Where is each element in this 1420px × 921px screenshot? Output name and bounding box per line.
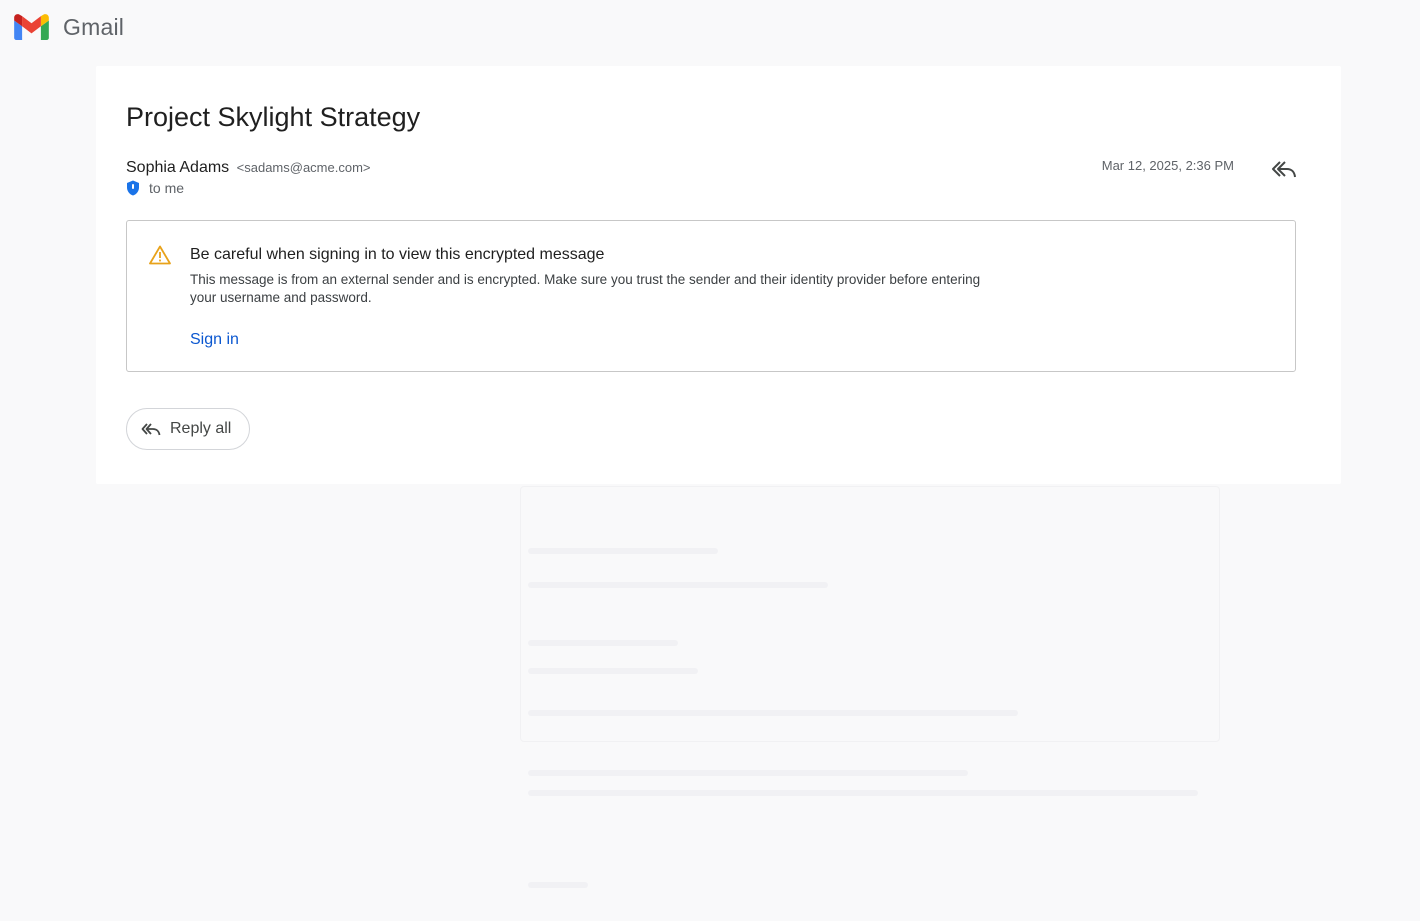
ghost-background-panel [520,486,1220,742]
sender-email: <sadams@acme.com> [236,160,371,175]
message-subject: Project Skylight Strategy [126,102,421,132]
message-card: Project Skylight Strategy Sophia Adams <… [96,66,1341,484]
recipient-line: to me [126,180,184,196]
reply-all-icon [1272,161,1296,178]
message-date: Mar 12, 2025, 2:36 PM [1101,158,1234,173]
ghost-line [528,710,1018,716]
app-name: Gmail [63,13,125,40]
ghost-line [528,882,588,888]
warning-body: This message is from an external sender … [190,272,981,305]
warning-title: Be careful when signing in to view this … [190,246,605,263]
reply-all-label: Reply all [170,420,232,437]
ghost-line [528,548,718,554]
encryption-warning-box: Be careful when signing in to view this … [126,220,1296,372]
gmail-logo-icon[interactable] [14,14,49,40]
reply-all-top-button[interactable] [1271,158,1297,180]
app-header: Gmail [14,10,124,44]
gmail-page: Gmail Project Skylight Strategy Sophia A… [0,0,1420,921]
warning-triangle-icon [149,245,171,265]
recipient-label[interactable]: to me [149,180,184,196]
ghost-line [528,640,678,646]
sender-line: Sophia Adams <sadams@acme.com> [126,159,371,177]
sign-in-link[interactable]: Sign in [190,331,239,349]
encrypted-shield-icon [127,180,139,196]
ghost-line [528,668,698,674]
ghost-line [528,790,1198,796]
ghost-line [528,770,968,776]
reply-all-icon [141,423,161,436]
sender-name[interactable]: Sophia Adams [126,159,229,176]
ghost-line [528,582,828,588]
reply-all-button[interactable]: Reply all [126,408,250,450]
